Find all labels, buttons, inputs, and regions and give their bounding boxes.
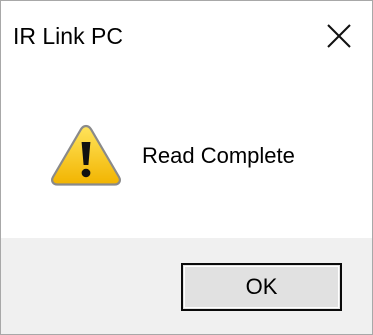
- close-button[interactable]: [306, 1, 372, 71]
- close-icon: [327, 24, 351, 48]
- message-text: Read Complete: [142, 143, 295, 168]
- ok-button[interactable]: OK: [181, 263, 342, 311]
- dialog-window: IR Link PC Read Complete OK: [0, 0, 373, 335]
- button-bar: OK: [1, 238, 372, 334]
- dialog-content: Read Complete: [1, 71, 372, 238]
- title-bar[interactable]: IR Link PC: [1, 1, 372, 71]
- window-title: IR Link PC: [13, 23, 123, 49]
- warning-icon: [51, 124, 121, 186]
